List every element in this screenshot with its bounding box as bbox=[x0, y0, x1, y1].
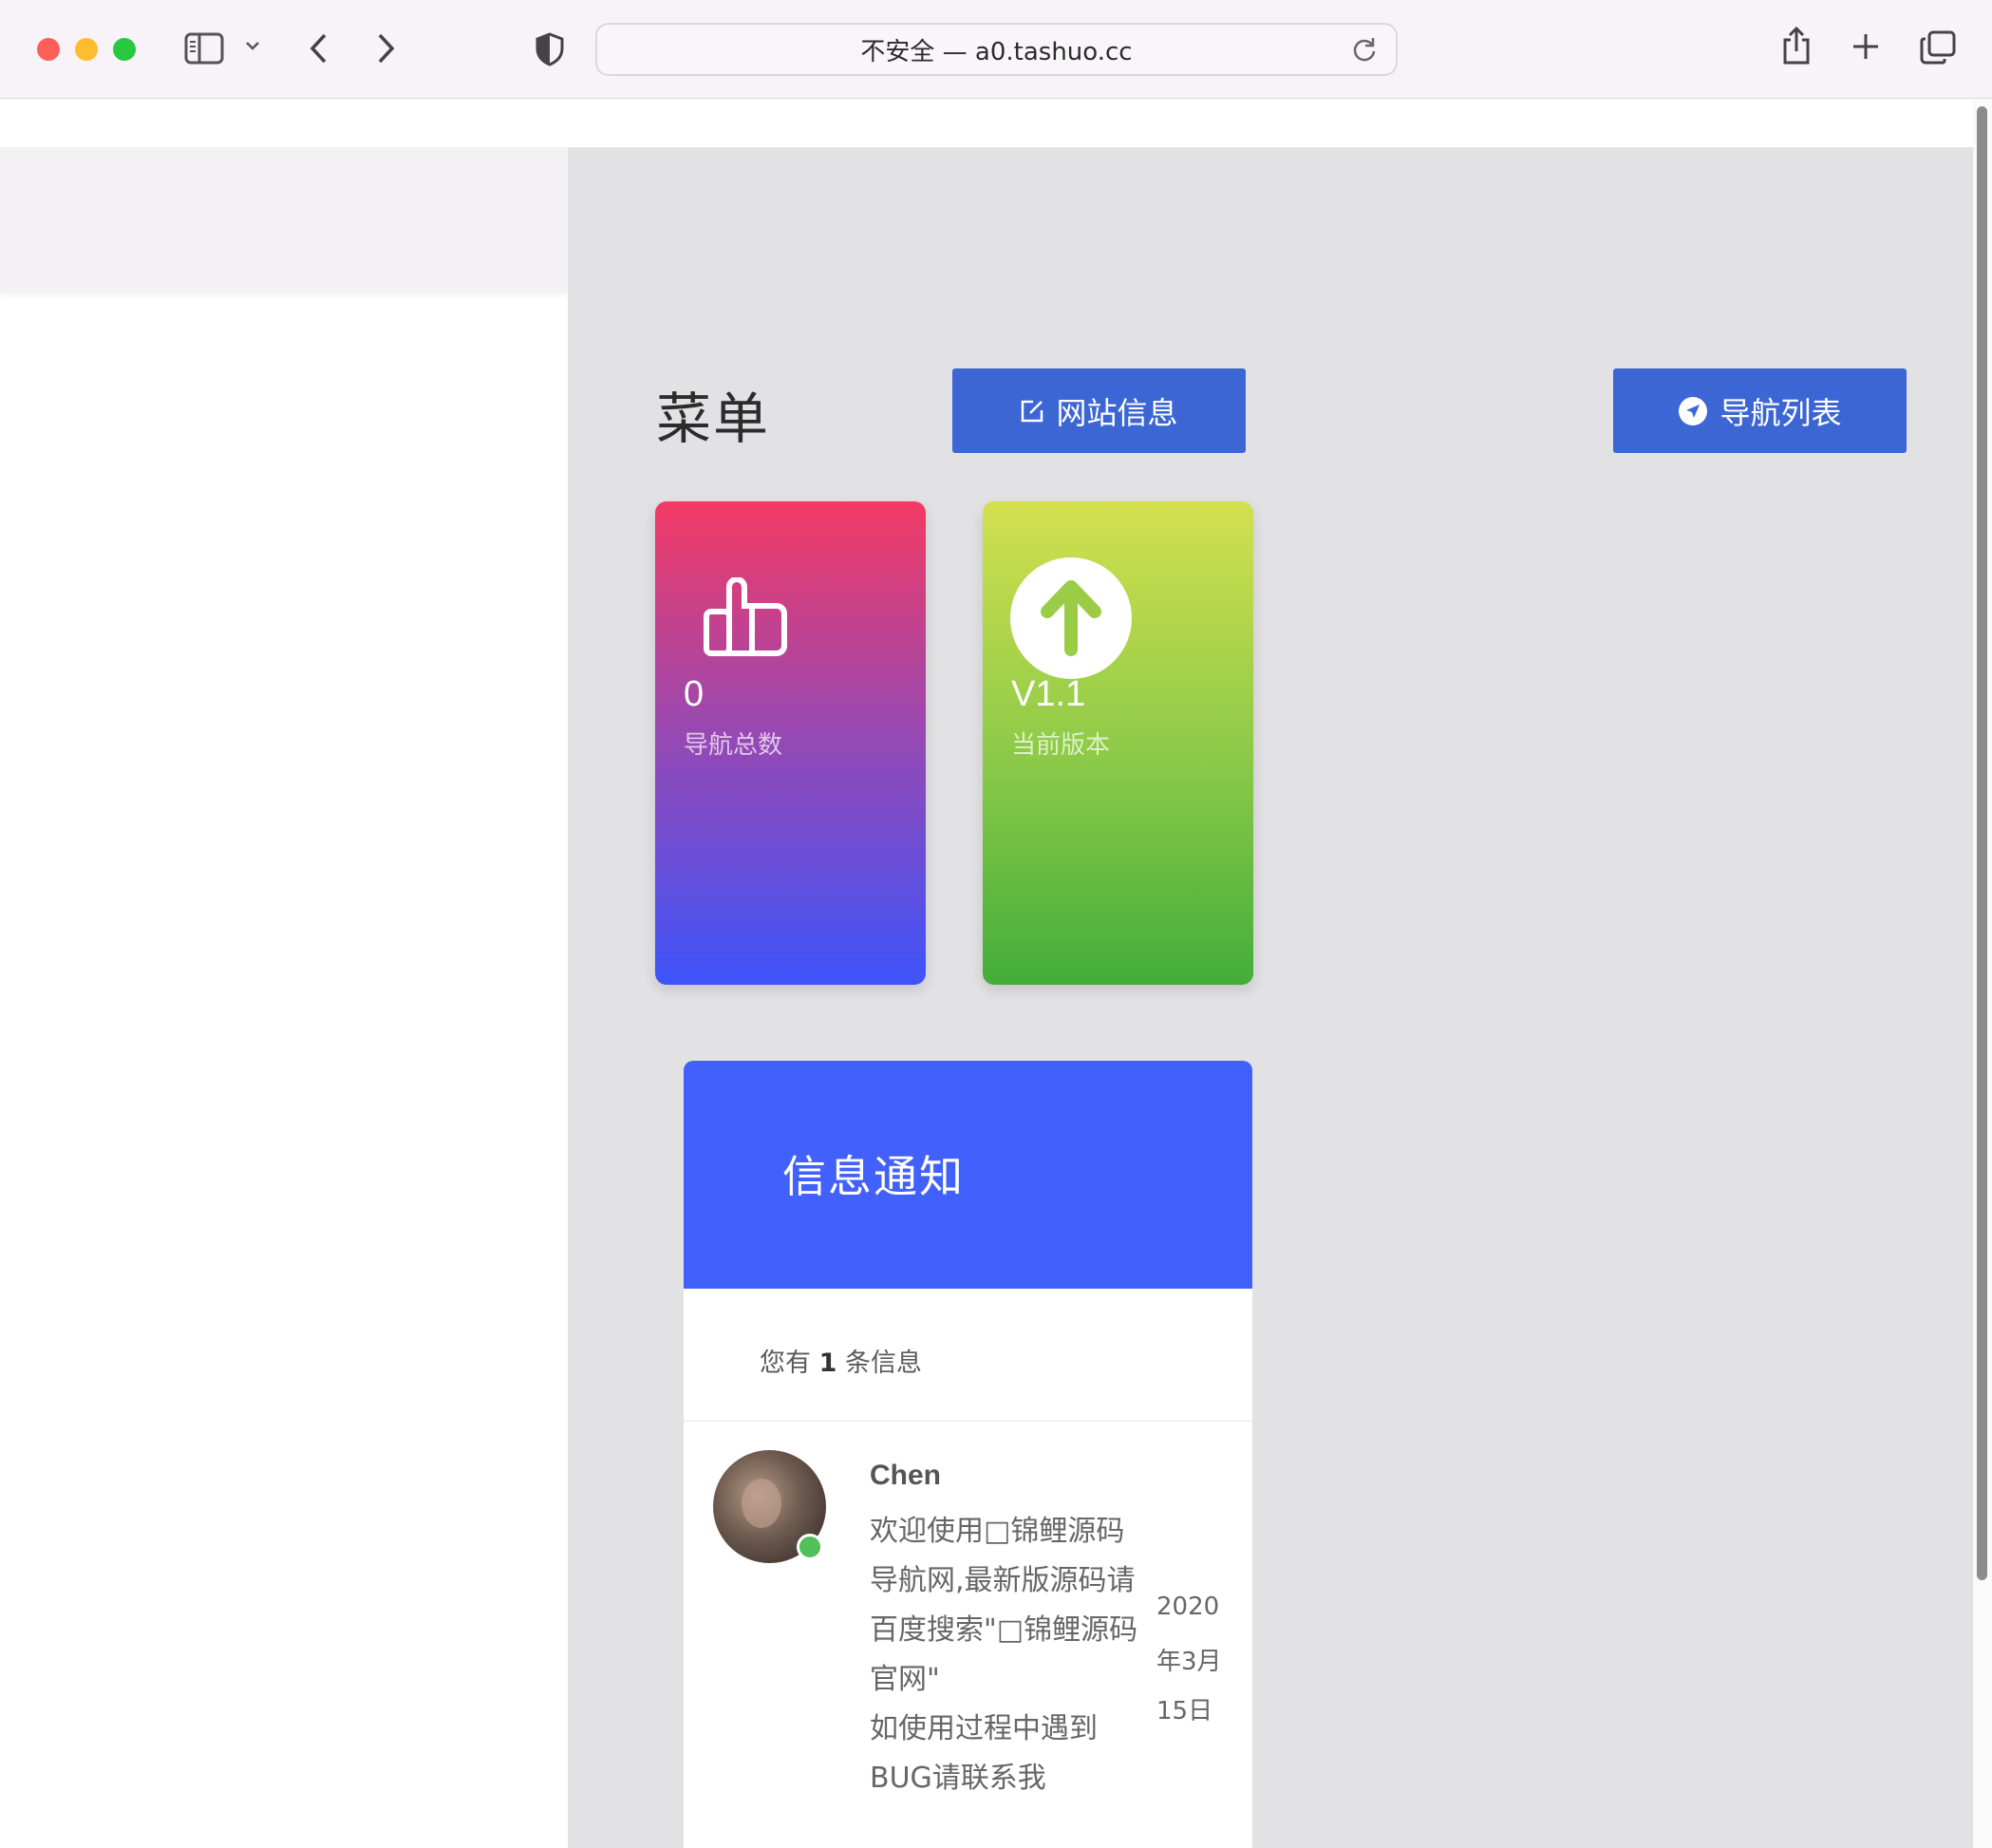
site-info-button-label: 网站信息 bbox=[1056, 394, 1178, 431]
notice-card: 信息通知 您有 1 条信息 Chen 欢迎使用□锦鲤源码 导航网,最新版源码请 … bbox=[684, 1061, 1252, 1848]
notice-count-prefix: 您有 bbox=[760, 1348, 811, 1378]
new-tab-plus-icon[interactable] bbox=[1851, 32, 1880, 61]
nav-list-button-label: 导航列表 bbox=[1720, 394, 1842, 431]
avatar-face bbox=[742, 1479, 781, 1528]
scrollbar-thumb[interactable] bbox=[1977, 106, 1987, 1580]
share-icon[interactable] bbox=[1781, 27, 1812, 65]
online-status-dot bbox=[797, 1534, 823, 1560]
browser-toolbar: 不安全 — a0.tashuo.cc bbox=[0, 0, 1992, 99]
notice-header: 信息通知 bbox=[684, 1061, 1252, 1289]
stat-card-nav-total: 0 导航总数 bbox=[655, 501, 926, 985]
message-line: 如使用过程中遇到 bbox=[870, 1712, 1098, 1745]
message-line: 导航网,最新版源码请 bbox=[870, 1564, 1136, 1597]
avatar[interactable] bbox=[713, 1450, 826, 1563]
nav-total-label: 导航总数 bbox=[684, 731, 783, 760]
nav-list-button[interactable]: 导航列表 bbox=[1613, 368, 1907, 453]
notice-count: 您有 1 条信息 bbox=[760, 1342, 922, 1379]
url-text: 不安全 — a0.tashuo.cc bbox=[860, 37, 1133, 66]
message-line: 官网" bbox=[870, 1663, 940, 1696]
location-arrow-icon bbox=[1679, 396, 1708, 425]
message-date: 年3月 bbox=[1156, 1648, 1222, 1676]
sidebar-toggle-icon[interactable] bbox=[184, 32, 224, 65]
thumbs-up-icon bbox=[703, 576, 788, 661]
message-line: 欢迎使用□锦鲤源码 bbox=[870, 1515, 1125, 1548]
message-author[interactable]: Chen bbox=[870, 1460, 941, 1492]
tab-overview-icon[interactable] bbox=[1920, 30, 1956, 65]
address-bar[interactable]: 不安全 — a0.tashuo.cc bbox=[595, 23, 1398, 76]
divider bbox=[684, 1421, 1252, 1422]
arrow-up-circle-icon bbox=[1009, 556, 1133, 684]
version-label: 当前版本 bbox=[1011, 731, 1111, 760]
forward-arrow-icon[interactable] bbox=[376, 32, 397, 65]
minimize-window-button[interactable] bbox=[75, 38, 98, 61]
message-date: 15日 bbox=[1156, 1697, 1213, 1725]
message-date: 2020 bbox=[1156, 1593, 1220, 1621]
chevron-down-icon[interactable] bbox=[245, 40, 260, 51]
site-info-button[interactable]: 网站信息 bbox=[952, 368, 1246, 453]
back-arrow-icon[interactable] bbox=[308, 32, 329, 65]
scrollbar[interactable] bbox=[1973, 99, 1992, 1848]
stat-card-version: V1.1 当前版本 bbox=[983, 501, 1253, 985]
shield-icon[interactable] bbox=[536, 32, 564, 66]
notice-title: 信息通知 bbox=[782, 1151, 965, 1202]
version-value: V1.1 bbox=[1011, 674, 1086, 714]
sidebar-header bbox=[0, 147, 568, 292]
message-line: BUG请联系我 bbox=[870, 1762, 1046, 1795]
notice-count-suffix: 条信息 bbox=[844, 1348, 922, 1378]
nav-total-value: 0 bbox=[684, 674, 705, 714]
reload-icon[interactable] bbox=[1352, 36, 1377, 66]
page-title: 菜单 bbox=[656, 387, 771, 451]
notice-count-number: 1 bbox=[818, 1348, 837, 1378]
message-line: 百度搜索"□锦鲤源码 bbox=[870, 1613, 1138, 1647]
edit-icon bbox=[1022, 400, 1043, 422]
close-window-button[interactable] bbox=[37, 38, 60, 61]
zoom-window-button[interactable] bbox=[113, 38, 136, 61]
